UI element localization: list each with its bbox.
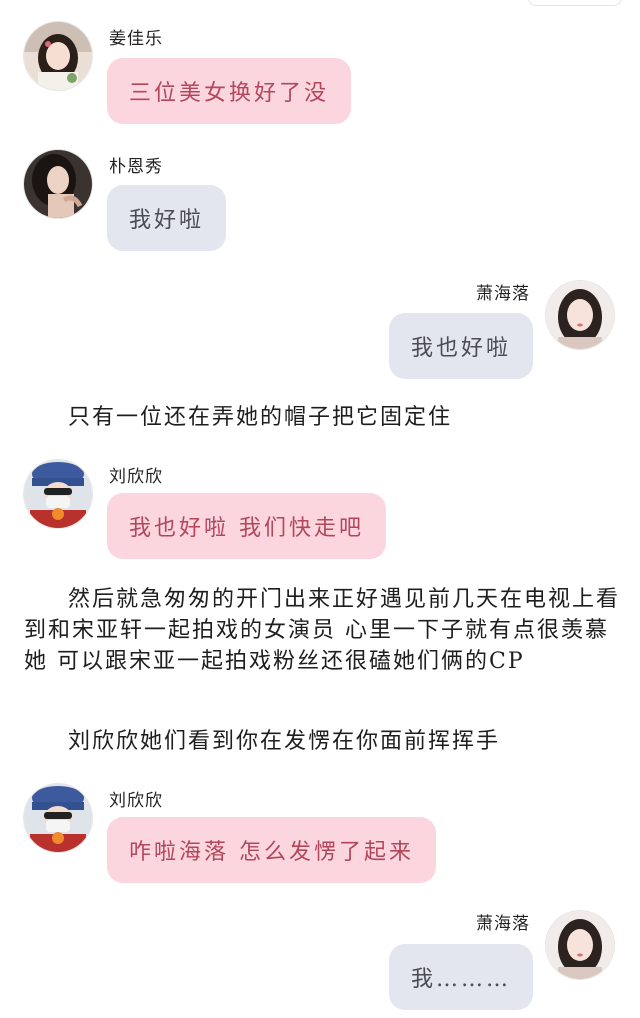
sender-name: 朴恩秀 xyxy=(109,157,163,177)
narration-text: 然后就急匆匆的开门出来正好遇见前几天在电视上看到和宋亚轩一起拍戏的女演员 心里一… xyxy=(24,587,621,674)
message-bubble[interactable]: 我好啦 xyxy=(107,185,227,251)
avatar[interactable] xyxy=(546,281,614,349)
message-bubble[interactable]: 三位美女换好了没 xyxy=(107,58,352,124)
sender-name: 萧海落 xyxy=(476,284,530,304)
narration-text: 只有一位还在弄她的帽子把它固定住 xyxy=(68,405,453,430)
sender-name: 刘欣欣 xyxy=(109,467,163,487)
sender-name: 刘欣欣 xyxy=(109,791,163,811)
avatar[interactable] xyxy=(24,460,92,528)
top-edge-element xyxy=(528,0,622,6)
narration-text: 刘欣欣她们看到你在发愣在你面前挥挥手 xyxy=(68,729,501,754)
avatar[interactable] xyxy=(24,150,92,218)
message-bubble[interactable]: 我也好啦 我们快走吧 xyxy=(107,493,386,559)
avatar[interactable] xyxy=(24,22,92,90)
sender-name: 姜佳乐 xyxy=(109,29,163,49)
message-bubble[interactable]: 咋啦海落 怎么发愣了起来 xyxy=(107,817,436,883)
sender-name: 萧海落 xyxy=(476,914,530,934)
message-bubble[interactable]: 我……… xyxy=(388,944,533,1010)
avatar[interactable] xyxy=(546,911,614,979)
avatar[interactable] xyxy=(24,784,92,852)
message-bubble[interactable]: 我也好啦 xyxy=(388,313,533,379)
